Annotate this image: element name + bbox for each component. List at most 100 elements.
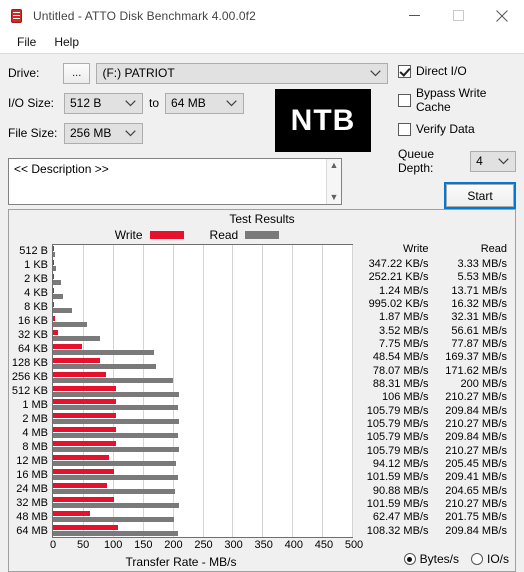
chart-bar-row [53, 259, 352, 273]
queue-depth-select[interactable]: 4 [470, 150, 516, 172]
chart-bar-write [53, 315, 56, 321]
description-scrollbar[interactable]: ▲ ▼ [326, 159, 341, 204]
test-results-panel: Test Results Write Read 512 B1 KB 2 KB 4 K… [8, 209, 516, 572]
ntb-logo: NTB [275, 89, 371, 152]
chevron-down-icon [370, 66, 381, 80]
menu-item-file[interactable]: File [8, 33, 45, 51]
minimize-icon[interactable] [392, 0, 436, 31]
radio-bytes-label: Bytes/s [419, 552, 459, 566]
chart-bar-write [53, 274, 55, 280]
checkbox-icon [398, 122, 411, 136]
io-size-from-select[interactable]: 512 B [64, 92, 143, 114]
start-button-wrapper: Start [398, 182, 516, 209]
chart-bar-read [53, 516, 174, 522]
chart-y-tick-label: 4 KB [24, 286, 48, 299]
radio-io-per-sec[interactable]: IO/s [470, 552, 509, 566]
chart-bar-read [53, 488, 176, 494]
chart-y-tick-label: 16 KB [18, 314, 48, 327]
read-value-cell: 210.27 MB/s [445, 391, 507, 404]
drive-select[interactable]: (F:) PATRIOT [96, 62, 389, 84]
bypass-write-cache-checkbox[interactable]: Bypass Write Cache [398, 86, 516, 114]
legend-item-read: Read [210, 228, 280, 242]
verify-data-label: Verify Data [416, 122, 475, 136]
write-value-cell: 1.87 MB/s [378, 311, 429, 324]
chart-x-tick-label: 150 [134, 539, 153, 551]
chart-bar-write [53, 413, 117, 419]
chart-bar-write [53, 496, 114, 502]
verify-data-checkbox[interactable]: Verify Data [398, 118, 516, 140]
chart-y-tick-label: 12 MB [16, 454, 48, 467]
scroll-down-icon[interactable]: ▼ [330, 193, 339, 202]
chart-bar-row [53, 342, 352, 356]
io-size-to-select[interactable]: 64 MB [165, 92, 245, 114]
close-icon[interactable] [480, 0, 524, 31]
chart-bar-read [53, 461, 176, 467]
read-value-column: Read 3.33 MB/s 5.53 MB/s 13.71 MB/s 16.32 M… [437, 243, 516, 538]
chart-bar-read [53, 377, 173, 383]
write-value-cell: 105.79 MB/s [366, 418, 429, 431]
chart-bar-read [53, 433, 179, 439]
chart-x-tick-label: 450 [314, 539, 334, 551]
chart-bar-write [53, 482, 108, 488]
checkbox-icon [398, 64, 411, 78]
direct-io-checkbox[interactable]: Direct I/O [398, 60, 516, 82]
chart-bar-read [53, 321, 87, 327]
atto-disk-benchmark-window: Untitled - ATTO Disk Benchmark 4.00.0f2 … [0, 0, 524, 572]
chart-bar-read [53, 447, 179, 453]
chart-bar-write [53, 455, 110, 461]
chart-bar-write [53, 468, 114, 474]
queue-depth-value: 4 [476, 154, 483, 168]
chart-bar-row [53, 454, 352, 468]
scroll-up-icon[interactable]: ▲ [330, 161, 339, 170]
chart-bar-read [53, 252, 55, 258]
chart-x-tick-label: 50 [76, 539, 90, 551]
chart-bar-read [53, 349, 155, 355]
results-values: Write 347.22 KB/s 252.21 KB/s 1.24 MB/s 995… [353, 243, 515, 538]
options-panel: Direct I/O Bypass Write Cache Verify Dat… [388, 60, 516, 209]
chart-bar-write [53, 246, 55, 252]
chart-bar-read [53, 391, 179, 397]
write-value-cell: 62.47 MB/s [372, 511, 429, 524]
radio-bytes-per-sec[interactable]: Bytes/s [403, 552, 459, 566]
settings-panel: Drive: ... (F:) PATRIOT I/O Size: 512 B [8, 60, 516, 209]
read-value-cell: 169.37 MB/s [445, 351, 507, 364]
file-size-label: File Size: [8, 126, 58, 140]
write-value-cell: 1.24 MB/s [378, 284, 429, 297]
browse-button[interactable]: ... [62, 62, 91, 84]
chart-bar-read [53, 502, 179, 508]
chart-x-tick-label: 350 [254, 539, 273, 551]
description-input[interactable]: << Description >> ▲ ▼ [8, 158, 342, 205]
chart-y-tick-label: 512 KB [11, 384, 48, 397]
read-value-cell: 210.27 MB/s [445, 444, 507, 457]
chart-bar-row [53, 509, 352, 523]
chart-bar-write [53, 385, 117, 391]
legend-swatch-write [149, 231, 184, 239]
chart-bar-write [53, 399, 117, 405]
maximize-icon[interactable] [436, 0, 480, 31]
write-value-cell: 347.22 KB/s [368, 258, 429, 271]
start-button[interactable]: Start [444, 182, 516, 209]
menu-item-help[interactable]: Help [45, 33, 88, 51]
chart-bar-write [53, 371, 106, 377]
chart-bar-row [53, 440, 352, 454]
chart-bar-read [53, 335, 100, 341]
chart-legend: Write Read [9, 227, 515, 243]
menu-bar: File Help [0, 31, 524, 54]
chart-y-tick-label: 512 B [19, 244, 48, 257]
file-size-select[interactable]: 256 MB [64, 122, 143, 144]
title-bar: Untitled - ATTO Disk Benchmark 4.00.0f2 [0, 0, 524, 31]
chart-gridline [352, 245, 353, 537]
chart-y-axis-labels: 512 B1 KB 2 KB 4 KB 8 KB 16 KB 32 KB 64 KB 128 … [9, 243, 52, 538]
write-value-cell: 108.32 MB/s [366, 524, 429, 537]
chart-y-tick-label: 48 MB [16, 510, 48, 523]
legend-label-write: Write [114, 228, 143, 242]
radio-io-label: IO/s [486, 552, 509, 566]
chart-area: 512 B1 KB 2 KB 4 KB 8 KB 16 KB 32 KB 64 KB 128 … [9, 243, 515, 538]
read-value-cell: 204.65 MB/s [445, 484, 507, 497]
chart-y-tick-label: 2 KB [24, 272, 48, 285]
write-value-cell: 78.07 MB/s [372, 364, 429, 377]
read-value-cell: 210.27 MB/s [445, 498, 507, 511]
chart-bar-write [53, 441, 117, 447]
legend-item-write: Write [115, 228, 184, 242]
chart-y-tick-label: 128 KB [11, 356, 48, 369]
